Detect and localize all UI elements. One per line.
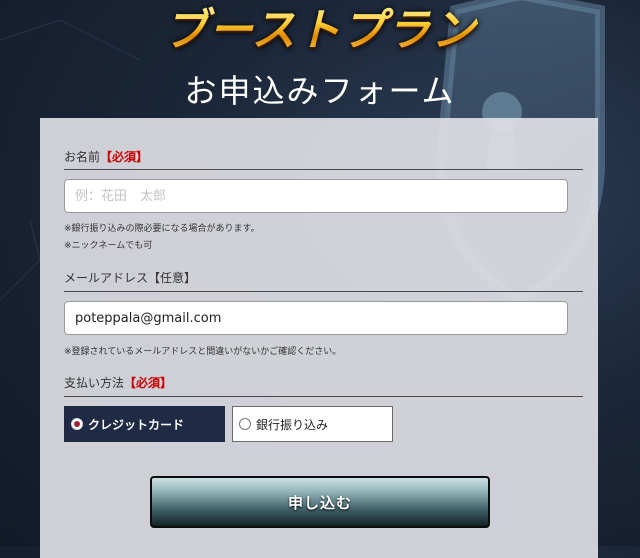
radio-selected-icon bbox=[71, 418, 83, 430]
submit-button[interactable]: 申し込む bbox=[150, 476, 490, 528]
name-divider bbox=[64, 169, 583, 170]
payment-label-text: 支払い方法 bbox=[64, 376, 125, 390]
payment-label: 支払い方法【必須】 bbox=[64, 374, 172, 391]
name-note-nickname: ※ニックネームでも可 bbox=[64, 241, 153, 251]
page-title: お申込みフォーム bbox=[184, 72, 456, 110]
application-form: お名前【必須】 ※銀行振り込みの際必要になる場合があります。 ※ニックネームでも… bbox=[40, 118, 598, 558]
email-divider bbox=[64, 291, 583, 292]
payment-option-bank-transfer[interactable]: 銀行振り込み bbox=[232, 406, 393, 442]
payment-required-tag: 【必須】 bbox=[124, 376, 173, 390]
name-label: お名前【必須】 bbox=[64, 148, 148, 165]
name-label-text: お名前 bbox=[64, 150, 101, 164]
bank-transfer-label: 銀行振り込み bbox=[256, 417, 329, 432]
name-input[interactable] bbox=[64, 179, 568, 213]
credit-card-label: クレジットカード bbox=[88, 417, 185, 432]
radio-unselected-icon bbox=[239, 418, 251, 430]
email-label: メールアドレス【任意】 bbox=[64, 271, 197, 285]
payment-divider bbox=[64, 396, 583, 397]
email-note: ※登録されているメールアドレスと間違いがないかご確認ください。 bbox=[64, 347, 342, 357]
name-note-bank: ※銀行振り込みの際必要になる場合があります。 bbox=[64, 224, 260, 234]
brand-logo: ブーストプラン bbox=[0, 2, 640, 60]
payment-option-credit-card[interactable]: クレジットカード bbox=[64, 406, 225, 442]
email-input[interactable] bbox=[64, 301, 568, 335]
name-required-tag: 【必須】 bbox=[100, 150, 149, 164]
